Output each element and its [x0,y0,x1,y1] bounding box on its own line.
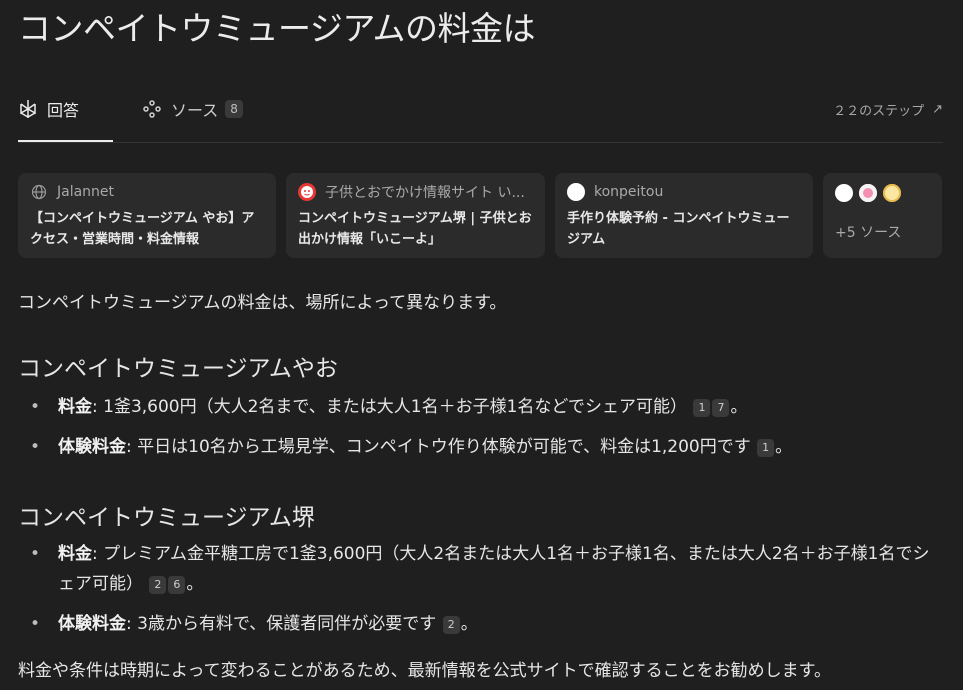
source-favicon-icon [883,184,901,202]
citation-badge[interactable]: 1 [693,399,711,417]
item-label: 体験料金 [58,437,126,457]
source-favicon-icon [835,184,853,202]
globe-icon [30,183,48,201]
citation-badge[interactable]: 6 [168,576,186,594]
list-item: 料金: 1釜3,600円（大人2名まで、または大人1名＋お子様1名などでシェア可… [30,392,940,422]
list-item: 料金: プレミアム金平糖工房で1釜3,600円（大人2名または大人1名＋お子様1… [30,539,940,599]
perplexity-answer-icon [18,99,38,119]
tab-sources[interactable]: ソース 8 [142,92,243,126]
ikoyo-logo-icon [298,183,316,201]
item-end: 。 [775,437,793,457]
section-heading: コンペイトウミュージアム堺 [18,505,315,531]
tab-divider [18,142,943,143]
source-site: konpeitou [594,184,664,200]
sources-count-badge: 8 [225,100,243,118]
konpeitou-favicon [567,183,585,201]
tab-answer[interactable]: 回答 [18,92,79,126]
tab-sources-label: ソース [171,101,219,120]
tab-bar: 回答 ソース 8 ２２のステップ ↗ [18,92,943,144]
item-end: 。 [186,574,204,594]
item-label: 料金 [58,544,92,564]
source-title: 【コンペイトウミュージアム やお】アクセス・営業時間・料金情報 [30,211,255,247]
steps-label: ２２のステップ [833,103,925,119]
citation-badge[interactable]: 7 [712,399,730,417]
page-title: コンペイトウミュージアムの料金は [18,9,536,48]
answer-outro: 料金や条件は時期によって変わることがあるため、最新情報を公式サイトで確認すること… [18,661,831,681]
list-item: 体験料金: 3歳から有料で、保護者同伴が必要です 2。 [30,609,940,639]
list-item: 体験料金: 平日は10名から工場見学、コンペイトウ作り体験が可能で、料金は1,2… [30,432,940,462]
item-text: : 3歳から有料で、保護者同伴が必要です [126,614,437,634]
source-site: Jalannet [57,184,115,200]
item-label: 料金 [58,397,92,417]
item-text: : 平日は10名から工場見学、コンペイトウ作り体験が可能で、料金は1,200円で… [126,437,751,457]
tab-answer-label: 回答 [47,101,80,120]
item-end: 。 [460,614,478,634]
citation-badge[interactable]: 2 [442,616,460,634]
source-card-2[interactable]: 子供とおでかけ情報サイト い... コンペイトウミュージアム堺 | 子供とお出か… [286,173,545,258]
source-title: 手作り体験予約 - コンペイトウミュージアム [567,211,790,247]
item-text: : 1釜3,600円（大人2名まで、または大人1名＋お子様1名などでシェア可能） [92,397,688,417]
sources-dots-icon [142,99,162,119]
more-sources-label: +5 ソース [835,225,902,241]
citation-badge[interactable]: 1 [757,439,775,457]
item-label: 体験料金 [58,614,126,634]
source-title: コンペイトウミュージアム堺 | 子供とお出かけ情報「いこーよ」 [298,211,532,247]
answer-intro: コンペイトウミュージアムの料金は、場所によって異なります。 [18,293,507,313]
steps-link[interactable]: ２２のステップ ↗ [833,92,943,126]
arrow-up-right-icon: ↗ [932,101,943,117]
section-list: 料金: プレミアム金平糖工房で1釜3,600円（大人2名または大人1名＋お子様1… [30,539,940,639]
section-list: 料金: 1釜3,600円（大人2名まで、または大人1名＋お子様1名などでシェア可… [30,392,940,462]
source-card-3[interactable]: konpeitou 手作り体験予約 - コンペイトウミュージアム [555,173,813,258]
source-site: 子供とおでかけ情報サイト い... [325,185,525,201]
item-end: 。 [730,397,748,417]
section-heading: コンペイトウミュージアムやお [18,356,338,382]
citation-badge[interactable]: 2 [149,576,167,594]
more-sources-card[interactable]: +5 ソース [823,173,942,258]
source-card-1[interactable]: Jalannet 【コンペイトウミュージアム やお】アクセス・営業時間・料金情報 [18,173,276,258]
source-favicon-icon [859,184,877,202]
